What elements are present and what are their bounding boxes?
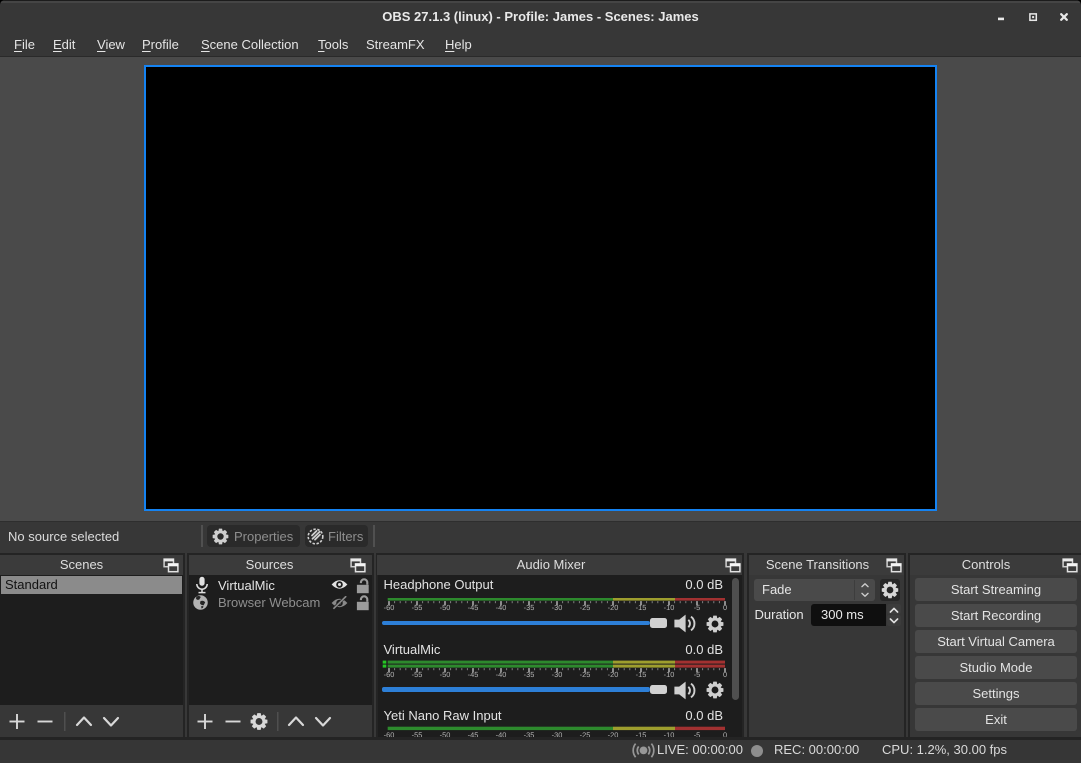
svg-text:0: 0 — [722, 603, 726, 612]
svg-text:-15: -15 — [635, 730, 646, 736]
svg-text:-55: -55 — [411, 730, 422, 736]
svg-text:0: 0 — [722, 730, 726, 736]
svg-text:-60: -60 — [383, 730, 394, 736]
svg-text:-55: -55 — [411, 603, 422, 612]
svg-text:-20: -20 — [607, 670, 618, 679]
svg-text:-15: -15 — [635, 670, 646, 679]
svg-text:-25: -25 — [579, 603, 590, 612]
svg-text:-20: -20 — [607, 730, 618, 736]
svg-text:-10: -10 — [663, 603, 674, 612]
svg-text:-35: -35 — [523, 730, 534, 736]
svg-text:-10: -10 — [663, 730, 674, 736]
svg-text:-45: -45 — [467, 670, 478, 679]
svg-text:-45: -45 — [467, 603, 478, 612]
svg-text:-60: -60 — [383, 670, 394, 679]
svg-text:-5: -5 — [693, 730, 700, 736]
svg-text:-25: -25 — [579, 730, 590, 736]
svg-text:-50: -50 — [439, 670, 450, 679]
svg-text:0: 0 — [722, 670, 726, 679]
svg-text:-30: -30 — [551, 603, 562, 612]
svg-text:-40: -40 — [495, 730, 506, 736]
svg-text:-10: -10 — [663, 670, 674, 679]
svg-text:-30: -30 — [551, 670, 562, 679]
svg-text:-20: -20 — [607, 603, 618, 612]
svg-text:-50: -50 — [439, 730, 450, 736]
svg-text:-55: -55 — [411, 670, 422, 679]
svg-text:-50: -50 — [439, 603, 450, 612]
svg-text:-35: -35 — [523, 670, 534, 679]
svg-text:-5: -5 — [693, 670, 700, 679]
svg-text:-5: -5 — [693, 603, 700, 612]
svg-text:-40: -40 — [495, 670, 506, 679]
svg-text:-25: -25 — [579, 670, 590, 679]
svg-text:-60: -60 — [383, 603, 394, 612]
svg-text:-30: -30 — [551, 730, 562, 736]
svg-text:-35: -35 — [523, 603, 534, 612]
svg-text:-15: -15 — [635, 603, 646, 612]
svg-text:-40: -40 — [495, 603, 506, 612]
svg-text:-45: -45 — [467, 730, 478, 736]
